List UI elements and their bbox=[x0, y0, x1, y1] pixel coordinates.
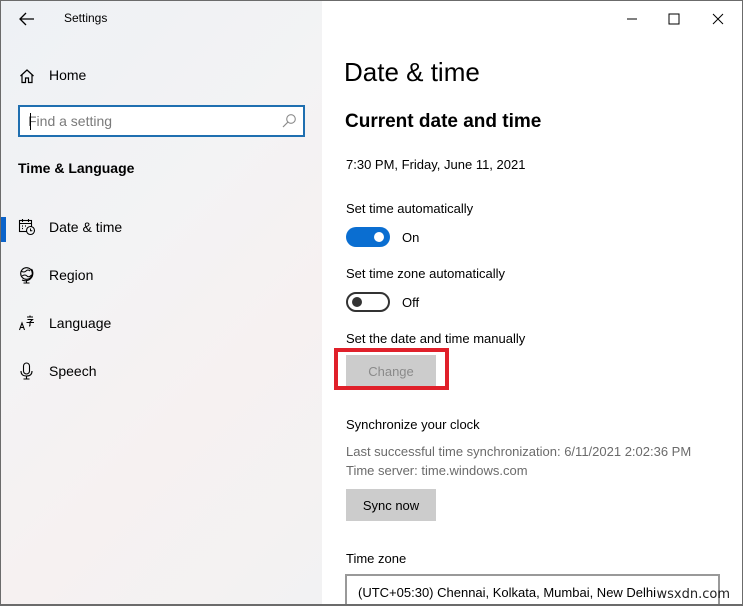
sidebar-item-label: Language bbox=[49, 315, 112, 331]
set-time-auto-label: Set time automatically bbox=[346, 201, 474, 216]
close-button[interactable] bbox=[706, 7, 730, 31]
sidebar-item-label: Home bbox=[49, 67, 87, 83]
maximize-button[interactable] bbox=[662, 7, 686, 31]
sync-now-button[interactable]: Sync now bbox=[346, 489, 436, 521]
sidebar-item-home[interactable]: Home bbox=[1, 61, 322, 91]
sidebar-item-date-time[interactable]: Date & time bbox=[1, 207, 322, 247]
language-icon bbox=[18, 315, 34, 331]
set-time-auto-toggle[interactable] bbox=[346, 227, 390, 247]
watermark: wsxdn.com bbox=[656, 587, 731, 602]
sidebar-item-label: Date & time bbox=[49, 219, 123, 235]
set-timezone-auto-toggle[interactable] bbox=[346, 292, 390, 312]
minimize-button[interactable] bbox=[620, 7, 644, 31]
active-indicator bbox=[1, 217, 6, 242]
minimize-icon bbox=[627, 18, 637, 20]
text-caret bbox=[30, 113, 31, 130]
last-sync-text: Last successful time synchronization: 6/… bbox=[346, 444, 692, 459]
search-icon[interactable] bbox=[281, 113, 297, 129]
set-manually-label: Set the date and time manually bbox=[346, 331, 526, 346]
globe-icon bbox=[20, 267, 34, 284]
set-timezone-auto-label: Set time zone automatically bbox=[346, 266, 505, 281]
change-button[interactable]: Change bbox=[346, 355, 436, 387]
sync-title: Synchronize your clock bbox=[346, 417, 480, 432]
sidebar-item-speech[interactable]: Speech bbox=[1, 351, 322, 391]
section-title: Time & Language bbox=[18, 160, 135, 176]
sidebar-item-language[interactable]: Language bbox=[1, 303, 322, 343]
back-button[interactable] bbox=[13, 7, 41, 31]
close-icon bbox=[712, 13, 724, 25]
current-date-time-heading: Current date and time bbox=[345, 111, 542, 132]
maximize-icon bbox=[668, 13, 680, 25]
toggle-knob bbox=[374, 232, 384, 242]
search-input[interactable] bbox=[28, 111, 273, 131]
set-time-auto-state: On bbox=[402, 230, 420, 245]
home-icon bbox=[20, 69, 34, 84]
back-arrow-icon bbox=[19, 12, 34, 26]
sidebar-item-label: Region bbox=[49, 267, 94, 283]
app-title: Settings bbox=[64, 11, 108, 25]
microphone-icon bbox=[20, 362, 33, 380]
search-box[interactable] bbox=[18, 105, 305, 137]
main-content: Date & time Current date and time 7:30 P… bbox=[322, 1, 742, 604]
time-server-text: Time server: time.windows.com bbox=[346, 463, 528, 478]
sidebar-item-region[interactable]: Region bbox=[1, 255, 322, 295]
time-zone-label: Time zone bbox=[346, 551, 407, 566]
sidebar-item-label: Speech bbox=[49, 363, 97, 379]
calendar-clock-icon bbox=[18, 219, 36, 236]
settings-window: Settings Home Time & Language Date & tim… bbox=[0, 0, 743, 606]
toggle-knob bbox=[352, 297, 362, 307]
set-timezone-auto-state: Off bbox=[402, 295, 420, 310]
page-title: Date & time bbox=[344, 57, 480, 87]
current-datetime-value: 7:30 PM, Friday, June 11, 2021 bbox=[346, 157, 526, 172]
time-zone-selected: (UTC+05:30) Chennai, Kolkata, Mumbai, Ne… bbox=[358, 585, 657, 600]
sidebar: Settings Home Time & Language Date & tim… bbox=[1, 1, 322, 604]
